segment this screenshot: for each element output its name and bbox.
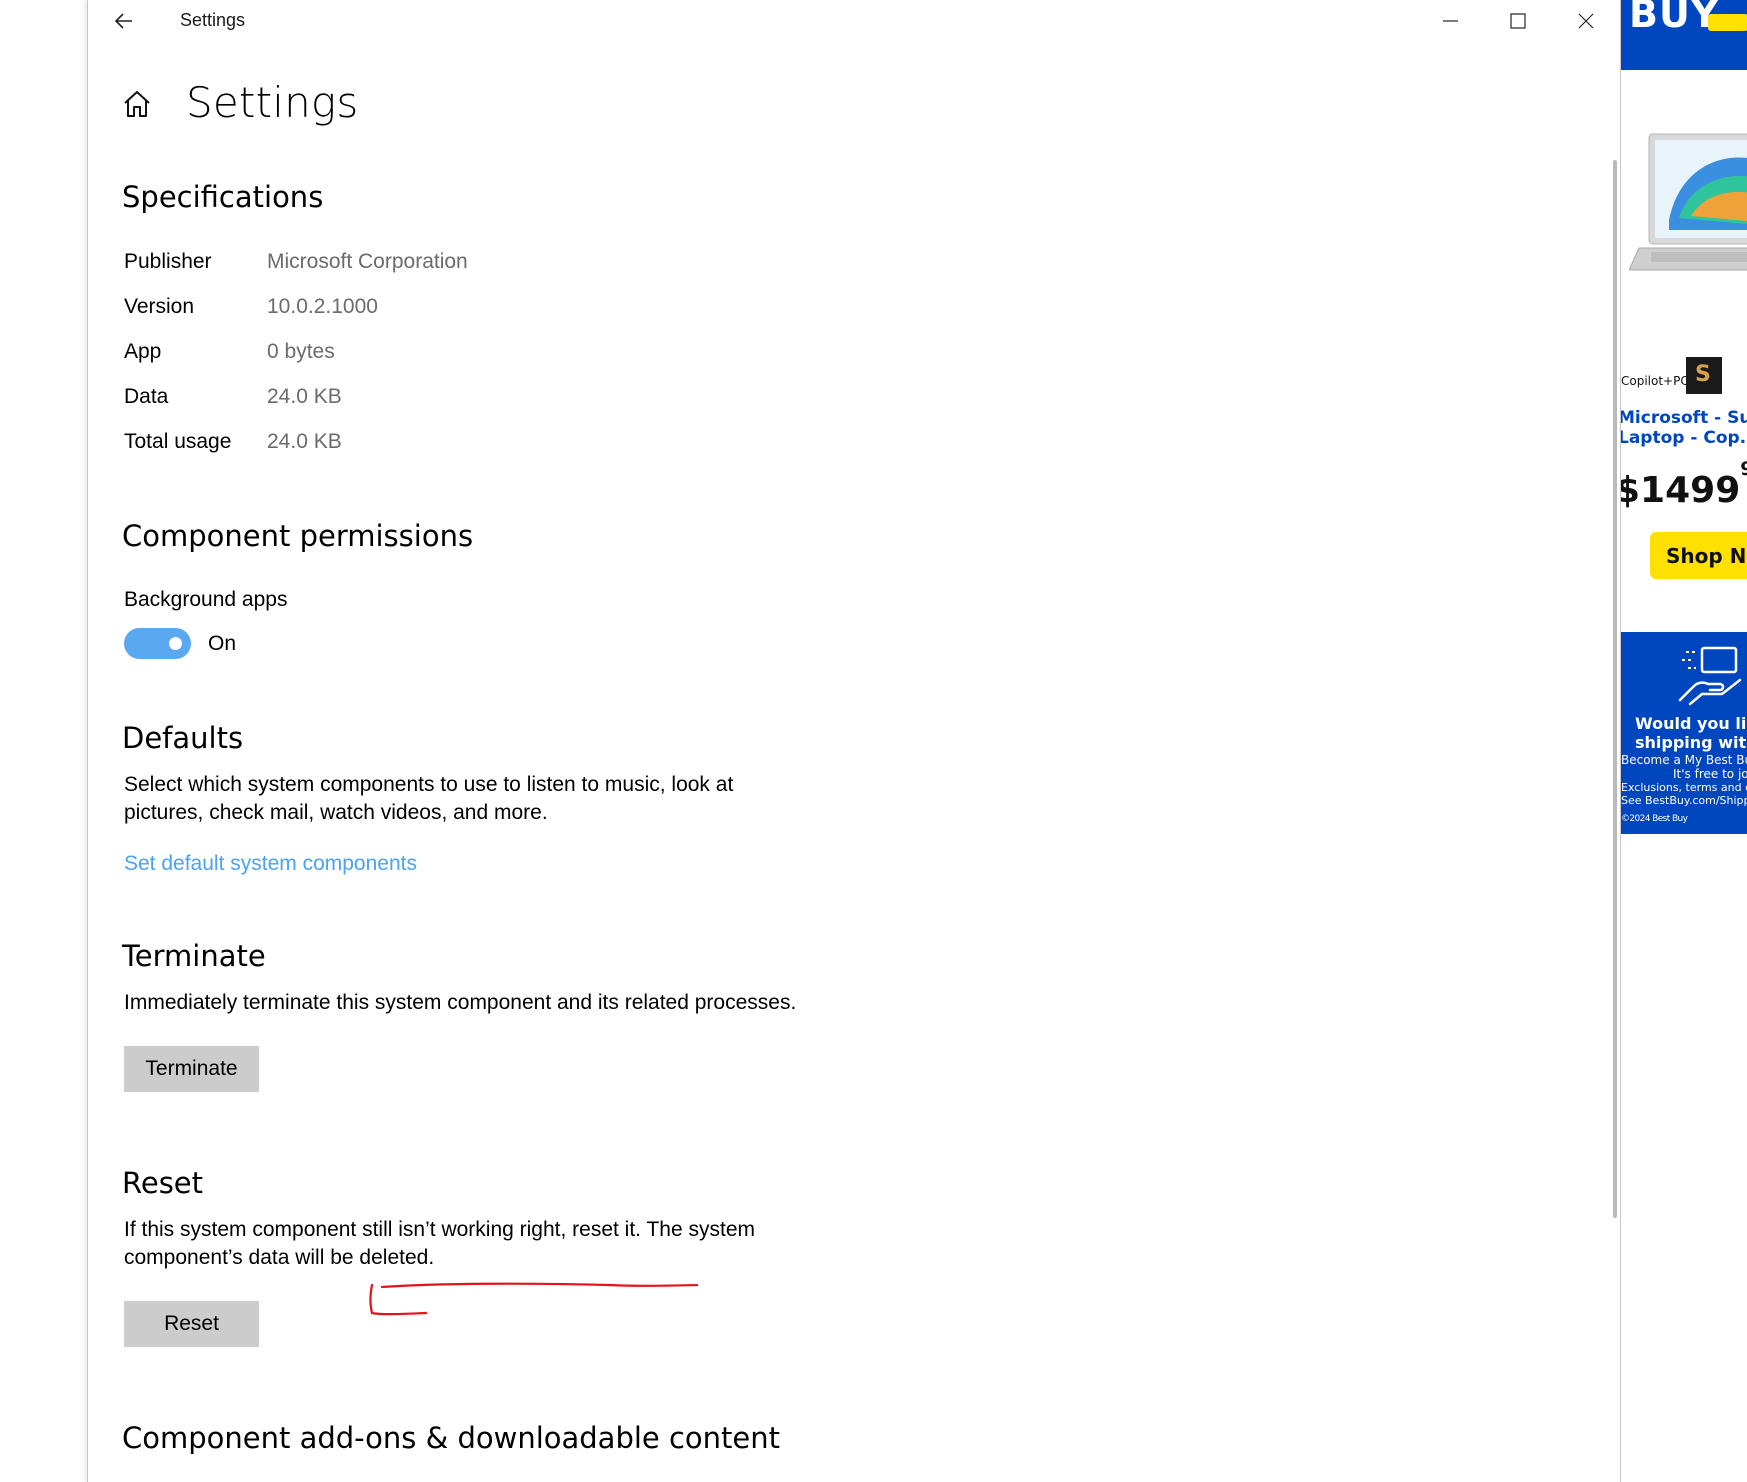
defaults-description-line1: Select which system components to use to…	[124, 773, 734, 796]
promo-headline-line2: shipping with	[1635, 733, 1747, 752]
close-button[interactable]	[1552, 0, 1620, 42]
close-icon	[1578, 13, 1594, 29]
title-bar: Settings	[88, 0, 1620, 42]
copilot-pc-label: Copilot+PC	[1621, 374, 1689, 388]
spec-value-total-usage: 24.0 KB	[267, 430, 342, 453]
spec-value-publisher: Microsoft Corporation	[267, 250, 468, 273]
reset-description-line1: If this system component still isn’t wor…	[124, 1218, 755, 1241]
defaults-heading: Defaults	[122, 721, 244, 755]
spec-value-data: 24.0 KB	[267, 385, 342, 408]
page-title: Settings	[186, 78, 359, 127]
minimize-button[interactable]	[1416, 0, 1484, 42]
ad-banner[interactable]: BUY	[1621, 0, 1747, 70]
terminate-heading: Terminate	[122, 939, 266, 973]
reset-heading: Reset	[122, 1166, 204, 1200]
shipping-hand-icon	[1678, 646, 1742, 706]
shop-now-button[interactable]: Shop No	[1650, 532, 1747, 579]
promo-text-line4: See BestBuy.com/Shipp	[1621, 794, 1747, 807]
snapdragon-chip-icon: S	[1686, 357, 1722, 394]
background-apps-label: Background apps	[124, 588, 288, 611]
price-tag-icon	[1708, 14, 1747, 31]
specifications-heading: Specifications	[122, 180, 324, 214]
promo-text-line1: Become a My Best Bu	[1621, 753, 1747, 767]
ad-logo: BUY	[1629, 0, 1720, 36]
promo-text-line2: It's free to jo	[1673, 767, 1747, 781]
laptop-image[interactable]	[1629, 130, 1747, 285]
minimize-icon	[1443, 20, 1458, 22]
home-icon[interactable]	[121, 88, 153, 120]
component-permissions-heading: Component permissions	[122, 519, 474, 553]
addons-heading: Component add-ons & downloadable content	[122, 1421, 781, 1455]
maximize-icon	[1510, 13, 1526, 29]
promo-text-line3: Exclusions, terms and co	[1621, 781, 1747, 794]
promo-headline-line1: Would you lik	[1635, 714, 1747, 733]
terminate-button[interactable]: Terminate	[124, 1046, 259, 1092]
desktop-background	[0, 0, 87, 1482]
toggle-state-label: On	[208, 632, 237, 655]
shipping-promo[interactable]: Would you lik shipping with Become a My …	[1621, 632, 1747, 834]
advertisement-panel: BUY Copilot+PC S Microsoft - Surf Laptop…	[1621, 0, 1747, 1482]
spec-label-publisher: Publisher	[124, 250, 212, 273]
settings-window: Settings Settings Specifications Publish…	[87, 0, 1621, 1482]
defaults-description-line2: pictures, check mail, watch videos, and …	[124, 801, 548, 824]
ad-product-line2: Laptop - Cop...	[1621, 428, 1747, 448]
promo-headline: Would you lik shipping with	[1635, 714, 1747, 752]
reset-description-line2: component’s data will be deleted.	[124, 1246, 435, 1269]
ad-product-title[interactable]: Microsoft - Surf Laptop - Cop...	[1621, 408, 1747, 448]
background-apps-toggle[interactable]	[124, 628, 191, 659]
spec-label-data: Data	[124, 385, 169, 408]
maximize-button[interactable]	[1484, 0, 1552, 42]
red-underline-annotation	[369, 1282, 698, 1316]
toggle-knob	[169, 637, 182, 650]
spec-label-app: App	[124, 340, 162, 363]
spec-label-version: Version	[124, 295, 195, 318]
back-button[interactable]	[110, 7, 138, 35]
spec-value-version: 10.0.2.1000	[267, 295, 378, 318]
spec-label-total-usage: Total usage	[124, 430, 232, 453]
set-default-components-link[interactable]: Set default system components	[124, 852, 417, 876]
terminate-description: Immediately terminate this system compon…	[124, 991, 797, 1014]
ad-product-line1: Microsoft - Surf	[1621, 408, 1747, 428]
promo-copyright: ©2024 Best Buy	[1621, 814, 1688, 824]
vertical-scrollbar[interactable]	[1613, 160, 1617, 1218]
spec-value-app: 0 bytes	[267, 340, 335, 363]
reset-button[interactable]: Reset	[124, 1301, 259, 1347]
ad-price-cents: 99	[1740, 458, 1747, 480]
ad-price-main: $1499	[1621, 470, 1741, 511]
ad-price: $149999	[1621, 458, 1747, 511]
window-title: Settings	[180, 10, 246, 30]
back-arrow-icon	[114, 13, 132, 29]
